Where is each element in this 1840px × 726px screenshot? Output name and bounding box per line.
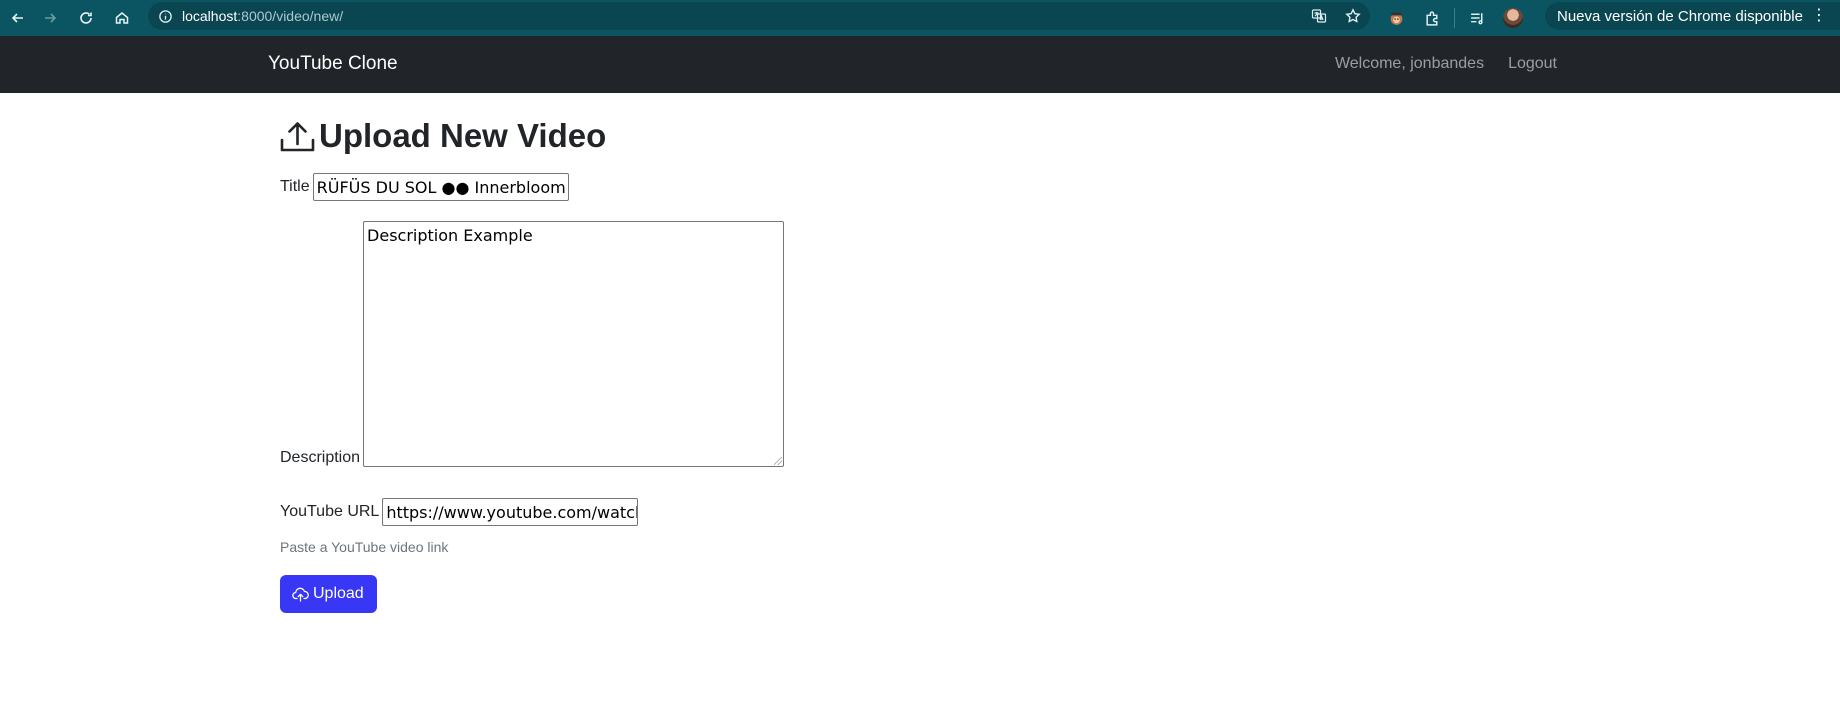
url-help-text: Paste a YouTube video link [280,539,449,555]
page-title: Upload New Video [319,117,607,154]
update-label: Nueva versión de Chrome disponible [1557,7,1803,25]
page-heading: Upload New Video [280,117,606,155]
reload-icon[interactable] [68,0,104,36]
title-row: Title RÜFÜS DU SOL ●● Innerbloom (Offi [280,173,569,201]
home-icon[interactable] [104,0,140,36]
title-input-value: RÜFÜS DU SOL ●● Innerbloom (Offi [316,177,568,197]
bookmark-star-icon[interactable] [1336,2,1370,30]
title-input[interactable]: RÜFÜS DU SOL ●● Innerbloom (Offi [312,173,569,201]
description-row: Description Description Example [280,221,785,467]
upload-icon [280,121,315,151]
browser-toolbar: localhost:8000/video/new/ Nueva versión … [0,0,1840,36]
url-label: YouTube URL [280,503,380,520]
more-menu-icon[interactable]: ⋮ [1811,8,1827,24]
resize-handle[interactable] [774,457,783,465]
extension-monkey-icon[interactable] [1378,0,1414,36]
title-label: Title [280,178,310,195]
address-url[interactable]: localhost:8000/video/new/ [182,8,343,24]
description-value: Description Example [367,226,533,245]
url-row: YouTube URL https://www.youtube.com/watc… [280,498,639,526]
upload-button[interactable]: Upload [280,575,377,613]
forward-icon[interactable] [32,0,68,36]
description-label: Description [280,449,361,466]
welcome-text: Welcome, jonbandes [1334,55,1485,72]
profile-avatar[interactable] [1495,0,1531,36]
cloud-upload-icon [292,587,309,602]
logout-link[interactable]: Logout [1508,55,1557,73]
brand-link[interactable]: YouTube Clone [268,53,398,75]
navbar: YouTube Clone Welcome, jonbandes Logout [0,36,1840,93]
reading-list-icon[interactable] [1459,0,1495,36]
description-textarea[interactable]: Description Example [363,221,785,467]
extensions-puzzle-icon[interactable] [1414,0,1450,36]
upload-button-label: Upload [313,585,364,602]
translate-icon[interactable] [1302,2,1336,30]
youtube-url-input[interactable]: https://www.youtube.com/watch? [382,498,639,526]
address-bar[interactable]: localhost:8000/video/new/ [148,2,1370,30]
back-icon[interactable] [0,0,36,36]
toolbar-divider [1454,8,1455,28]
url-input-value: https://www.youtube.com/watch? [386,502,639,522]
site-info-icon[interactable] [148,2,182,30]
chrome-update-button[interactable]: Nueva versión de Chrome disponible ⋮ [1545,2,1840,30]
